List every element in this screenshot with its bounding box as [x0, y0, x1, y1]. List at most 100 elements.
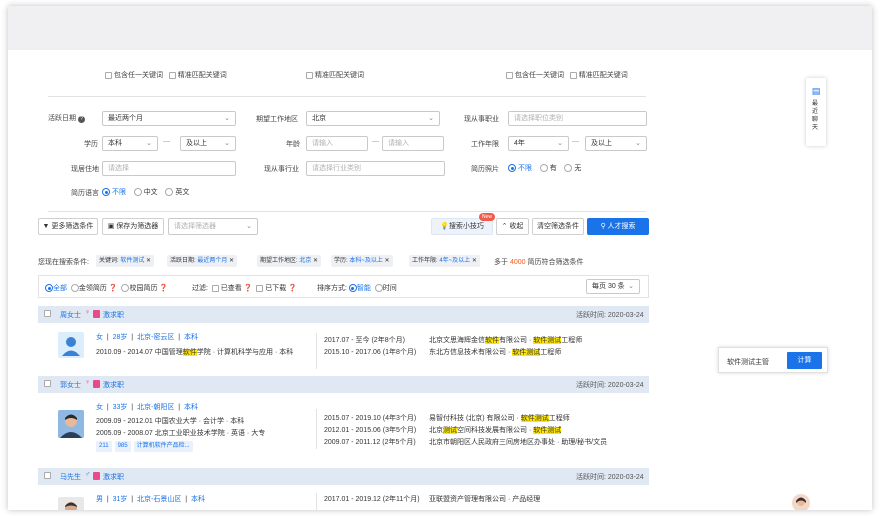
divider [48, 96, 646, 97]
candidate-name[interactable]: 马先生 [60, 472, 81, 482]
chevron-down-icon: ⌄ [146, 140, 152, 147]
photo-options: 不限 有 无 [508, 163, 581, 173]
keyword-options-2: 精准匹配关键词 [306, 70, 364, 80]
education-to-select[interactable]: 及以上 ⌄ [180, 136, 236, 151]
help-icon[interactable]: ❓ [109, 285, 118, 292]
candidate-card[interactable]: 男 | 31岁 | 北京-石景山区 | 本科 2017.01 - 2019.12… [38, 485, 649, 510]
work-years-from-select[interactable]: 4年 ⌄ [508, 136, 569, 151]
collapse-label: 收起 [509, 223, 524, 230]
choose-filter-select[interactable]: 请选择筛选器 ⌄ [168, 218, 258, 235]
work-years-to-select[interactable]: 及以上 ⌄ [585, 136, 647, 151]
photo-yes-radio[interactable] [539, 164, 548, 173]
active-date-label: 活跃日期 ? [48, 113, 85, 123]
chat-icon: ▤ [811, 86, 821, 96]
exact-checkbox-3[interactable] [569, 71, 577, 79]
close-icon[interactable]: ✕ [313, 258, 318, 264]
expected-area-select[interactable]: 北京 ⌄ [306, 111, 440, 126]
close-icon[interactable]: ✕ [385, 258, 390, 264]
photo-any-radio[interactable] [508, 164, 516, 173]
downloaded-label: 已下载 [265, 285, 287, 292]
include-any-label: 包含任一关键词 [113, 72, 163, 79]
candidate-card[interactable]: 女 | 33岁 | 北京-朝阳区 | 本科 2009.09 - 2012.01 … [38, 393, 649, 470]
photo-no-radio[interactable] [564, 164, 573, 173]
close-icon[interactable]: ✕ [146, 258, 151, 264]
lightbulb-icon: 💡 [440, 223, 449, 230]
age-to-input[interactable]: 请输入 [382, 136, 444, 151]
conditions-prefix: 您现在搜索条件: [38, 259, 89, 266]
clear-filters-button[interactable]: 清空筛选条件 [532, 218, 584, 235]
help-icon[interactable]: ❓ [159, 285, 168, 292]
chevron-down-icon: ⌄ [557, 140, 563, 147]
education-line: 2009.09 - 2012.01 中国农业大学 · 会计学 · 本科 [96, 418, 245, 425]
viewed-checkbox[interactable] [211, 284, 219, 292]
candidate-card[interactable]: 女 | 28岁 | 北京-密云区 | 本科 2010.09 - 2014.07 … [38, 323, 649, 379]
result-count: 4000 [509, 259, 526, 266]
education-from-select[interactable]: 本科 ⌄ [102, 136, 158, 151]
expected-area-label: 期望工作地区 [256, 116, 298, 123]
resume-icon [93, 380, 100, 388]
lang-en-radio[interactable] [165, 188, 174, 197]
age-from-input[interactable]: 请输入 [306, 136, 368, 151]
active-time: 活跃时间: 2020-03-24 [576, 474, 644, 481]
save-filter-button[interactable]: ▣ 保存为筛选器 [102, 218, 164, 235]
active-date-select[interactable]: 最近两个月 ⌄ [102, 111, 236, 126]
talent-search-button[interactable]: ⚲ 人才搜索 [587, 218, 649, 235]
close-icon[interactable]: ✕ [472, 258, 477, 264]
type-filter: 全部 金领简历 ❓ 校园简历 ❓ [45, 283, 168, 293]
work-line: 2017.07 - 至今 (2年8个月) 北京文思海辉金信软件有限公司 · 软件测… [324, 337, 583, 344]
filter-label: 过滤: [192, 285, 208, 292]
talent-search-label: 人才搜索 [607, 223, 636, 230]
candidate-name[interactable]: 周女士 [60, 310, 81, 320]
chevron-down-icon: ⌄ [635, 140, 641, 147]
exact-checkbox-2[interactable] [306, 71, 313, 79]
search-icon: ⚲ [600, 223, 606, 230]
sort-smart-radio[interactable] [348, 284, 357, 293]
candidate-checkbox[interactable] [44, 310, 51, 317]
divider [48, 211, 646, 212]
collapse-button[interactable]: ⌃ 收起 [496, 218, 529, 235]
photo-yes-label: 有 [549, 165, 557, 172]
downloaded-checkbox[interactable] [256, 284, 264, 292]
calc-button[interactable]: 计算 [787, 352, 822, 369]
candidate-info: 男 | 31岁 | 北京-石景山区 | 本科 [96, 496, 205, 503]
assistant-avatar[interactable] [792, 494, 810, 510]
tag-chip: 985 [114, 441, 131, 452]
sort-time-radio[interactable] [374, 284, 383, 293]
per-page-select[interactable]: 每页 30 条 ⌄ [586, 279, 640, 294]
female-icon: ♀ [85, 309, 91, 316]
more-filters-button[interactable]: ▼ 更多筛选条件 [38, 218, 98, 235]
help-icon[interactable]: ❓ [288, 285, 297, 292]
lang-any-radio[interactable] [102, 188, 110, 197]
photo-no-label: 无 [574, 165, 582, 172]
help-icon[interactable]: ? [77, 116, 85, 123]
photo-label: 简历照片 [471, 166, 499, 173]
close-icon[interactable]: ✕ [229, 258, 234, 264]
recent-chat-tab[interactable]: ▤ 最近聊天 [806, 78, 826, 146]
industry-select[interactable]: 请选择行业类别 [306, 161, 445, 176]
tag-chip: 211 [96, 441, 112, 452]
work-line: 2009.07 - 2011.12 (2年5个月) 北京市朝阳区人民政府三间房地区… [324, 439, 608, 446]
chevron-down-icon: ⌄ [246, 223, 252, 230]
candidate-checkbox[interactable] [44, 380, 51, 387]
lang-zh-label: 中文 [143, 189, 158, 196]
candidate-name[interactable]: 郭女士 [60, 380, 81, 390]
salary-calc-widget: 软件测试主管 计算 [718, 347, 828, 373]
current-job-select[interactable]: 请选择职位类别 [508, 111, 647, 126]
type-gold-radio[interactable] [70, 284, 79, 293]
type-campus-label: 校园简历 [129, 285, 158, 292]
include-any-checkbox-3[interactable] [506, 71, 513, 79]
calc-input[interactable]: 软件测试主管 [727, 357, 769, 367]
more-filters-label: 更多筛选条件 [51, 223, 94, 230]
type-all-radio[interactable] [45, 284, 53, 293]
condition-tag: 工作年限: 4年~及以上 ✕ [409, 255, 480, 267]
candidate-header: 周女士 ♀ 激求职 活跃时间: 2020-03-24 [38, 306, 649, 323]
language-label: 简历语言 [71, 190, 99, 197]
lang-zh-radio[interactable] [133, 188, 142, 197]
include-any-checkbox[interactable] [105, 71, 112, 79]
result-summary: 多于 4000 简历符合筛选条件 [494, 259, 584, 266]
help-icon[interactable]: ❓ [244, 285, 253, 292]
include-any-label-3: 包含任一关键词 [514, 72, 564, 79]
exact-checkbox[interactable] [168, 71, 176, 79]
residence-select[interactable]: 请选择 [102, 161, 236, 176]
candidate-checkbox[interactable] [44, 472, 51, 479]
